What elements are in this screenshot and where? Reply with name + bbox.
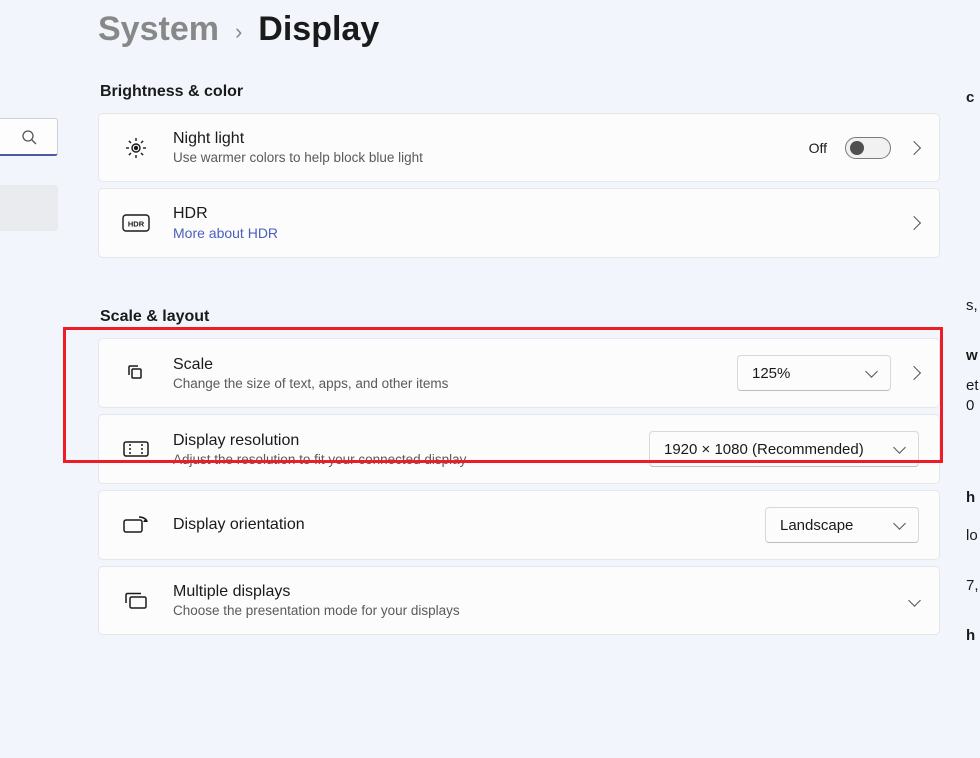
hdr-icon: HDR — [121, 214, 151, 232]
row-subtitle: Adjust the resolution to fit your connec… — [173, 452, 649, 467]
select-value: 125% — [752, 365, 790, 382]
section-brightness-title: Brightness & color — [100, 83, 940, 101]
row-title: Display orientation — [173, 516, 765, 534]
sidebar-search-stub[interactable] — [0, 118, 58, 156]
edge-fragment: s, — [966, 298, 980, 313]
night-light-toggle[interactable] — [845, 137, 891, 159]
breadcrumb-parent[interactable]: System — [98, 10, 219, 49]
row-title: Scale — [173, 356, 737, 374]
edge-fragment: 0 — [966, 398, 980, 413]
row-resolution[interactable]: Display resolution Adjust the resolution… — [98, 414, 940, 484]
row-hdr[interactable]: HDR HDR More about HDR — [98, 188, 940, 258]
row-orientation[interactable]: Display orientation Landscape — [98, 490, 940, 560]
edge-fragment: et — [966, 378, 980, 393]
section-scale-title: Scale & layout — [100, 302, 940, 326]
scale-select[interactable]: 125% — [737, 355, 891, 391]
toggle-label: Off — [809, 140, 827, 156]
edge-fragment: w — [966, 348, 980, 363]
multiple-displays-icon — [121, 591, 151, 611]
scale-icon — [121, 361, 151, 385]
edge-fragment: h — [966, 628, 980, 643]
chevron-right-icon: › — [235, 19, 242, 45]
select-value: 1920 × 1080 (Recommended) — [664, 441, 864, 458]
orientation-icon — [121, 514, 151, 536]
edge-fragment: c — [966, 90, 980, 105]
row-title: Night light — [173, 130, 809, 148]
orientation-select[interactable]: Landscape — [765, 507, 919, 543]
chevron-right-icon[interactable] — [907, 216, 921, 230]
hdr-more-link[interactable]: More about HDR — [173, 225, 909, 241]
chevron-right-icon[interactable] — [907, 140, 921, 154]
breadcrumb: System › Display — [98, 10, 940, 49]
chevron-down-icon — [865, 365, 878, 378]
chevron-down-icon[interactable] — [908, 594, 921, 607]
row-multiple-displays[interactable]: Multiple displays Choose the presentatio… — [98, 566, 940, 635]
row-title: Display resolution — [173, 432, 649, 450]
svg-text:HDR: HDR — [128, 220, 145, 229]
row-subtitle: Choose the presentation mode for your di… — [173, 603, 910, 618]
night-light-icon — [121, 136, 151, 160]
row-scale[interactable]: Scale Change the size of text, apps, and… — [98, 338, 940, 408]
chevron-down-icon — [893, 517, 906, 530]
row-subtitle: Change the size of text, apps, and other… — [173, 376, 737, 391]
resolution-icon — [121, 439, 151, 459]
row-night-light[interactable]: Night light Use warmer colors to help bl… — [98, 113, 940, 182]
edge-fragment: 7, — [966, 578, 980, 593]
chevron-down-icon — [893, 441, 906, 454]
select-value: Landscape — [780, 517, 853, 534]
edge-fragment: h — [966, 490, 980, 505]
edge-fragment: lo — [966, 528, 980, 543]
row-subtitle: Use warmer colors to help block blue lig… — [173, 150, 809, 165]
search-icon — [21, 129, 37, 145]
row-title: HDR — [173, 205, 909, 223]
resolution-select[interactable]: 1920 × 1080 (Recommended) — [649, 431, 919, 467]
row-title: Multiple displays — [173, 583, 910, 601]
page-title: Display — [258, 10, 379, 49]
chevron-right-icon[interactable] — [907, 366, 921, 380]
sidebar-selected-stub[interactable] — [0, 185, 58, 231]
